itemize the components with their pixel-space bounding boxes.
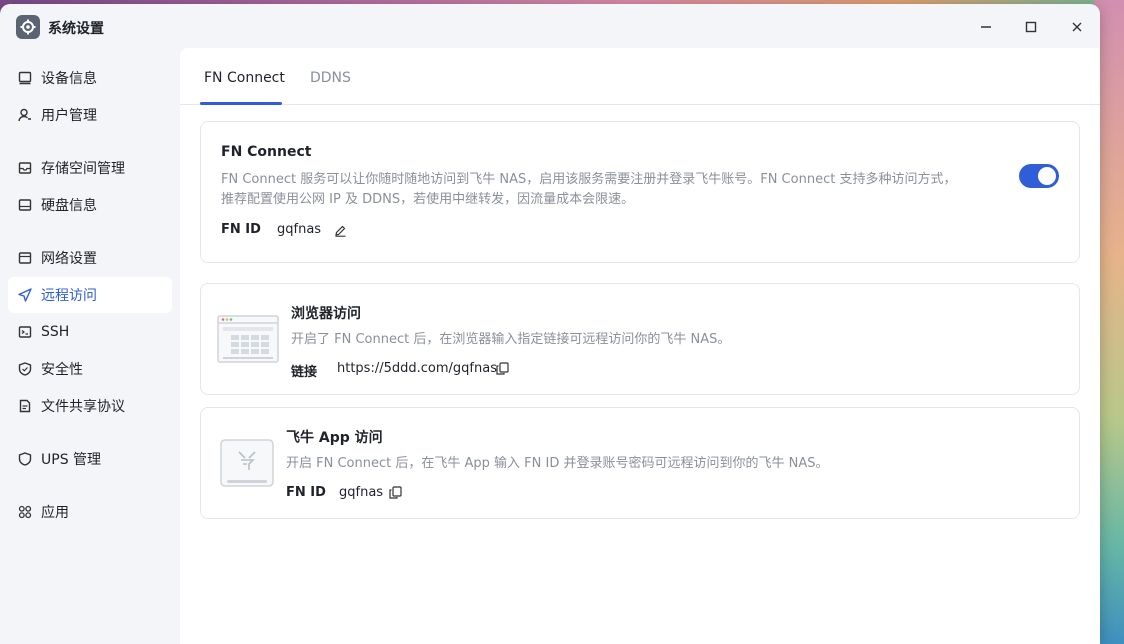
- storage-icon: [17, 160, 33, 176]
- sidebar-item-label: 安全性: [41, 362, 83, 378]
- sidebar-item-device-info[interactable]: 设备信息: [8, 60, 172, 96]
- send-icon: [17, 287, 33, 303]
- app-fn-id-label: FN ID: [286, 485, 326, 500]
- browser-access-card: 浏览器访问 开启了 FN Connect 后，在浏览器输入指定链接可远程访问你的…: [200, 283, 1080, 395]
- sidebar-item-label: 文件共享协议: [41, 399, 125, 415]
- browser-access-title: 浏览器访问: [291, 306, 361, 322]
- window-title: 系统设置: [48, 21, 104, 37]
- document-icon: [17, 398, 33, 414]
- sidebar-item-file-sharing[interactable]: 文件共享协议: [8, 388, 172, 424]
- app-access-description: 开启 FN Connect 后，在飞牛 App 输入 FN ID 并登录账号密码…: [286, 456, 829, 471]
- tab-fn-connect[interactable]: FN Connect: [204, 70, 285, 86]
- network-icon: [17, 250, 33, 266]
- title-bar: 系统设置: [0, 4, 1100, 48]
- app-access-card: 飞牛 App 访问 开启 FN Connect 后，在飞牛 App 输入 FN …: [200, 407, 1080, 519]
- sidebar-item-network[interactable]: 网络设置: [8, 240, 172, 276]
- close-button[interactable]: [1066, 16, 1088, 38]
- tab-bar: FN Connect DDNS: [180, 48, 1100, 105]
- sidebar-item-users[interactable]: 用户管理: [8, 97, 172, 133]
- sidebar-item-ups[interactable]: UPS 管理: [8, 441, 172, 477]
- sidebar-item-label: 硬盘信息: [41, 198, 97, 214]
- shield-outline-icon: [17, 451, 33, 467]
- sidebar-item-label: 设备信息: [41, 71, 97, 87]
- minimize-button[interactable]: [975, 16, 997, 38]
- sidebar-item-apps[interactable]: 应用: [8, 494, 172, 530]
- apps-grid-icon: [17, 504, 33, 520]
- tab-ddns[interactable]: DDNS: [310, 70, 351, 86]
- browser-access-description: 开启了 FN Connect 后，在浏览器输入指定链接可远程访问你的飞牛 NAS…: [291, 332, 731, 347]
- shield-icon: [17, 361, 33, 377]
- gear-icon: [16, 15, 40, 39]
- sidebar-item-label: 存储空间管理: [41, 161, 125, 177]
- maximize-button[interactable]: [1020, 16, 1042, 38]
- terminal-icon: [17, 324, 33, 340]
- main-panel: FN Connect DDNS FN Connect FN Connect 服务…: [180, 48, 1100, 644]
- hard-disk-icon: [17, 197, 33, 213]
- copy-icon[interactable]: [388, 485, 402, 499]
- active-tab-indicator: [200, 102, 282, 105]
- sidebar-item-label: 网络设置: [41, 251, 97, 267]
- toggle-knob: [1038, 167, 1056, 185]
- sidebar-item-storage[interactable]: 存储空间管理: [8, 150, 172, 186]
- sidebar-item-disks[interactable]: 硬盘信息: [8, 187, 172, 223]
- fn-connect-description-line2: 推荐配置使用公网 IP 及 DDNS，若使用中继转发，因流量成本会限速。: [221, 192, 635, 207]
- app-access-title: 飞牛 App 访问: [286, 430, 383, 446]
- sidebar-item-label: 用户管理: [41, 108, 97, 124]
- monitor-icon: [17, 70, 33, 86]
- sidebar: 设备信息 用户管理 存储空间管理 硬盘信息 网络设置 远程访问 SSH 安全性: [0, 48, 180, 644]
- browser-illustration-icon: [217, 315, 279, 367]
- access-link[interactable]: https://5ddd.com/gqfnas: [337, 361, 497, 376]
- sidebar-item-remote-access[interactable]: 远程访问: [8, 277, 172, 313]
- fn-connect-toggle[interactable]: [1019, 164, 1059, 188]
- edit-icon[interactable]: [333, 223, 347, 237]
- fn-id-label: FN ID: [221, 222, 261, 237]
- fn-id-value: gqfnas: [277, 222, 322, 237]
- phone-app-illustration-icon: [219, 438, 275, 492]
- sidebar-item-label: 远程访问: [41, 288, 97, 304]
- settings-window: 系统设置 设备信息 用户管理 存储空间管理 硬盘信息 网络设置 远程访问 SSH…: [0, 4, 1100, 644]
- fn-connect-card: FN Connect FN Connect 服务可以让你随时随地访问到飞牛 NA…: [200, 121, 1080, 263]
- sidebar-item-security[interactable]: 安全性: [8, 351, 172, 387]
- fn-connect-description-line1: FN Connect 服务可以让你随时随地访问到飞牛 NAS，启用该服务需要注册…: [221, 172, 957, 187]
- sidebar-item-label: 应用: [41, 505, 69, 521]
- link-label: 链接: [291, 365, 318, 380]
- app-fn-id-value: gqfnas: [339, 485, 384, 500]
- fn-connect-title: FN Connect: [221, 144, 312, 160]
- copy-icon[interactable]: [495, 361, 509, 375]
- user-icon: [17, 107, 33, 123]
- sidebar-item-label: UPS 管理: [41, 452, 102, 468]
- sidebar-item-label: SSH: [41, 324, 70, 340]
- sidebar-item-ssh[interactable]: SSH: [8, 314, 172, 350]
